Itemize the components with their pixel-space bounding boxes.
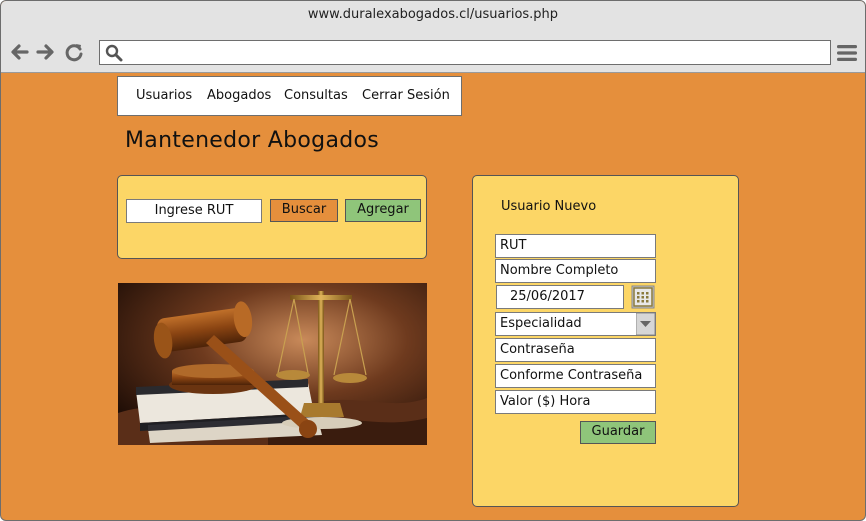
rut-search-input[interactable]: Ingrese RUT [126,199,262,223]
forward-arrow-icon[interactable] [34,41,56,63]
conforme-contrasena-input[interactable]: Conforme Contraseña [495,364,656,388]
fecha-input[interactable]: 25/06/2017 [496,285,624,309]
browser-toolbar [1,32,865,73]
valor-hora-input[interactable]: Valor ($) Hora [495,390,656,414]
buscar-button[interactable]: Buscar [270,199,338,222]
search-icon [105,44,123,62]
window-title-url: www.duralexabogados.cl/usuarios.php [307,7,559,22]
reload-icon[interactable] [63,41,85,63]
new-user-form-panel: Usuario Nuevo RUT Nombre Completo 25/06/… [472,175,739,507]
browser-window: www.duralexabogados.cl/usuarios.php Usua… [0,0,866,521]
especialidad-select[interactable]: Especialidad [495,312,656,336]
form-title: Usuario Nuevo [501,199,597,214]
rut-input[interactable]: RUT [495,234,656,258]
title-bar: www.duralexabogados.cl/usuarios.php [1,1,865,33]
main-nav: Usuarios Abogados Consultas Cerrar Sesió… [117,76,462,116]
page-title: Mantenedor Abogados [125,128,380,153]
calendar-icon[interactable] [631,285,655,309]
nav-item-cerrar-sesion[interactable]: Cerrar Sesión [362,88,450,103]
agregar-button[interactable]: Agregar [345,199,421,222]
nav-item-consultas[interactable]: Consultas [284,88,348,103]
address-bar[interactable] [99,40,831,65]
search-panel: Ingrese RUT Buscar Agregar [117,175,427,259]
nav-item-abogados[interactable]: Abogados [207,88,271,103]
especialidad-select-value: Especialidad [500,316,582,331]
chevron-down-icon [636,313,655,335]
nombre-completo-input[interactable]: Nombre Completo [495,259,656,283]
hamburger-menu-icon[interactable] [837,44,857,62]
back-arrow-icon[interactable] [9,41,31,63]
lawyer-gavel-scales-image [118,283,427,445]
nav-item-usuarios[interactable]: Usuarios [136,88,192,103]
contrasena-input[interactable]: Contraseña [495,338,656,362]
guardar-button[interactable]: Guardar [580,421,656,444]
